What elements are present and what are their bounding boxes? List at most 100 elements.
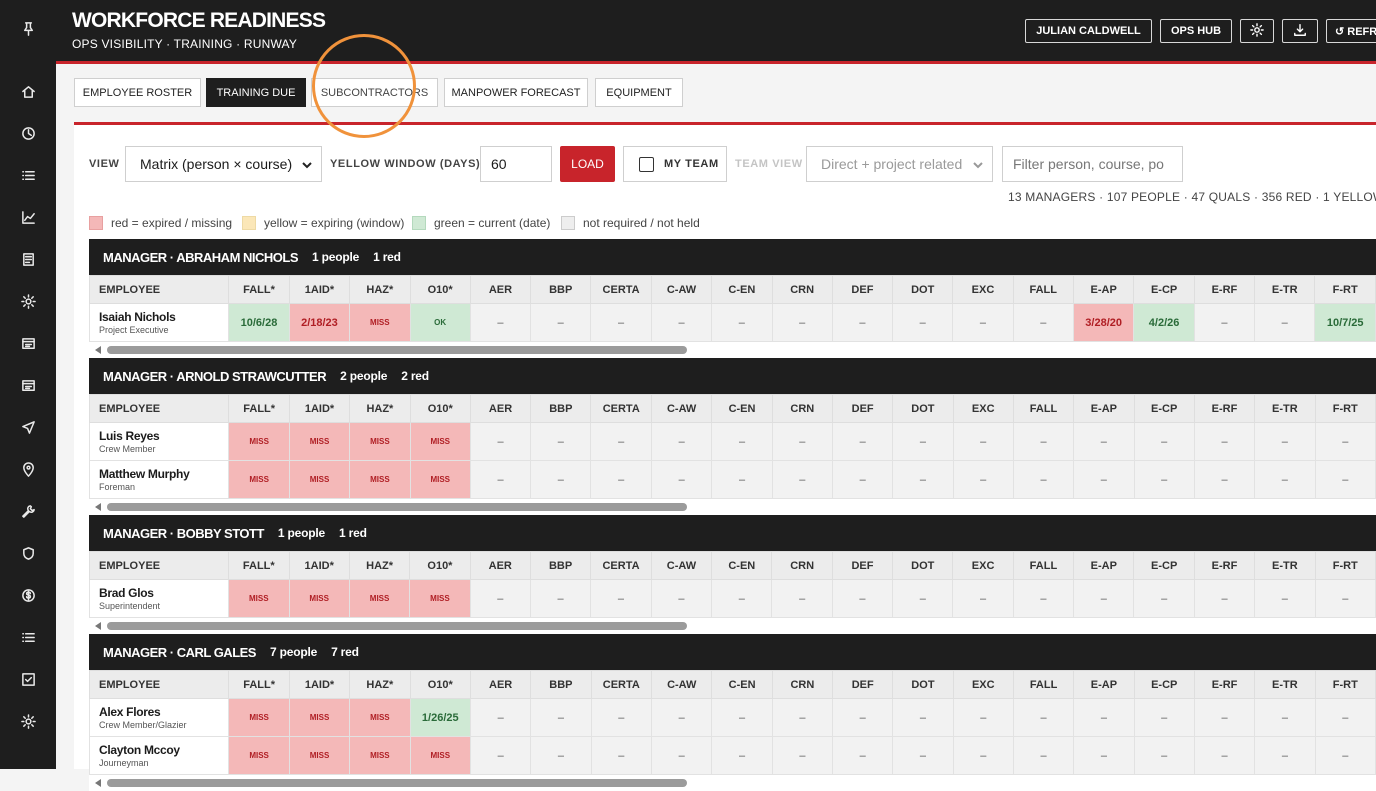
qual-status-cell[interactable]: OK: [409, 303, 471, 342]
qual-status-cell[interactable]: –: [711, 579, 773, 618]
table-row[interactable]: Alex Flores Crew Member/Glazier MISS MISS MI…: [88, 698, 1376, 737]
qual-status-cell[interactable]: –: [469, 579, 531, 618]
column-header-qual[interactable]: BBP: [530, 394, 592, 423]
qual-status-cell[interactable]: –: [530, 422, 592, 461]
column-header-qual[interactable]: FALL*: [228, 394, 290, 423]
table-row[interactable]: Isaiah Nichols Project Executive 10/6/28 2/…: [88, 303, 1376, 342]
qual-status-cell[interactable]: –: [1314, 422, 1376, 461]
qual-status-cell[interactable]: –: [1012, 698, 1075, 737]
scrollbar-thumb[interactable]: [107, 503, 687, 511]
qual-status-cell[interactable]: –: [1133, 422, 1195, 461]
location-icon[interactable]: [18, 459, 38, 479]
settings-button[interactable]: [1240, 19, 1274, 43]
column-header-qual[interactable]: AER: [469, 551, 531, 580]
download-button[interactable]: [1282, 19, 1318, 43]
tab-equipment[interactable]: EQUIPMENT: [595, 78, 683, 107]
cards-icon[interactable]: [18, 375, 38, 395]
scrollbar-thumb[interactable]: [107, 779, 687, 787]
column-header-qual[interactable]: HAZ*: [349, 394, 411, 423]
qual-status-cell[interactable]: –: [892, 698, 954, 737]
qual-status-cell[interactable]: –: [952, 422, 1014, 461]
my-team-toggle[interactable]: MY TEAM: [623, 146, 727, 182]
column-header-qual[interactable]: DOT: [892, 670, 954, 699]
column-header-qual[interactable]: E-CP: [1133, 275, 1195, 304]
column-header-qual[interactable]: 1AID*: [288, 275, 351, 304]
qual-status-cell[interactable]: MISS: [409, 422, 471, 461]
gear-icon[interactable]: [18, 711, 38, 731]
column-header-employee[interactable]: EMPLOYEE: [88, 670, 230, 699]
table-row[interactable]: Matthew Murphy Foreman MISS MISS MISS MISS – – –…: [88, 460, 1376, 499]
qual-status-cell[interactable]: MISS: [349, 698, 411, 737]
column-header-qual[interactable]: AER: [469, 275, 532, 304]
qual-status-cell[interactable]: –: [1314, 698, 1376, 737]
column-header-qual[interactable]: C-AW: [651, 670, 713, 699]
qual-status-cell[interactable]: –: [1314, 579, 1376, 618]
qual-status-cell[interactable]: –: [529, 579, 592, 618]
column-header-qual[interactable]: HAZ*: [348, 551, 411, 580]
qual-status-cell[interactable]: –: [771, 579, 833, 618]
column-header-qual[interactable]: FALL: [1012, 275, 1074, 304]
column-header-qual[interactable]: C-EN: [711, 551, 773, 580]
column-header-qual[interactable]: DEF: [831, 551, 894, 580]
team-view-select[interactable]: Direct + project related: [806, 146, 993, 182]
view-select[interactable]: Matrix (person × course): [125, 146, 322, 182]
column-header-qual[interactable]: E-AP: [1072, 275, 1135, 304]
qual-status-cell[interactable]: –: [650, 303, 713, 342]
qual-status-cell[interactable]: –: [590, 303, 652, 342]
home-icon[interactable]: [18, 81, 38, 101]
horizontal-scrollbar[interactable]: [89, 499, 1376, 515]
column-header-qual[interactable]: F-RT: [1314, 670, 1376, 699]
qual-status-cell[interactable]: 1/26/25: [409, 698, 472, 737]
qual-status-cell[interactable]: MISS: [228, 698, 290, 737]
cards-icon[interactable]: [18, 333, 38, 353]
horizontal-scrollbar[interactable]: [89, 618, 1376, 634]
qual-status-cell[interactable]: 3/28/20: [1072, 303, 1135, 342]
column-header-qual[interactable]: E-AP: [1073, 551, 1135, 580]
scroll-left-arrow-icon[interactable]: [95, 346, 101, 354]
qual-status-cell[interactable]: –: [892, 460, 954, 499]
qual-status-cell[interactable]: MISS: [288, 422, 351, 461]
scrollbar-thumb[interactable]: [107, 622, 687, 630]
qual-status-cell[interactable]: 2/18/23: [288, 303, 351, 342]
column-header-qual[interactable]: CERTA: [590, 670, 653, 699]
qual-status-cell[interactable]: –: [1254, 422, 1316, 461]
qual-status-cell[interactable]: –: [952, 303, 1014, 342]
column-header-qual[interactable]: 1AID*: [288, 394, 351, 423]
qual-status-cell[interactable]: –: [469, 460, 532, 499]
qual-status-cell[interactable]: –: [1133, 460, 1195, 499]
scroll-left-arrow-icon[interactable]: [95, 779, 101, 787]
qual-status-cell[interactable]: –: [952, 698, 1014, 737]
column-header-qual[interactable]: O10*: [409, 670, 472, 699]
shield-icon[interactable]: [18, 543, 38, 563]
clock-icon[interactable]: [18, 123, 38, 143]
qual-status-cell[interactable]: –: [1193, 698, 1256, 737]
column-header-qual[interactable]: E-TR: [1254, 670, 1316, 699]
qual-status-cell[interactable]: –: [1012, 422, 1075, 461]
qual-status-cell[interactable]: –: [831, 579, 894, 618]
qual-status-cell[interactable]: –: [530, 460, 592, 499]
qual-status-cell[interactable]: –: [469, 698, 532, 737]
column-header-qual[interactable]: EXC: [952, 670, 1014, 699]
column-header-qual[interactable]: C-AW: [650, 275, 713, 304]
qual-status-cell[interactable]: –: [1012, 303, 1074, 342]
qual-status-cell[interactable]: –: [711, 698, 773, 737]
scroll-left-arrow-icon[interactable]: [95, 503, 101, 511]
ops-hub-button[interactable]: OPS HUB: [1160, 19, 1232, 43]
column-header-qual[interactable]: CRN: [771, 670, 834, 699]
column-header-qual[interactable]: E-CP: [1133, 551, 1195, 580]
column-header-qual[interactable]: EXC: [952, 394, 1014, 423]
column-header-qual[interactable]: FALL*: [228, 551, 290, 580]
qual-status-cell[interactable]: –: [1133, 698, 1195, 737]
manager-header[interactable]: MANAGER · ARNOLD STRAWCUTTER 2 people 2 re…: [89, 358, 1376, 394]
tab-training-due[interactable]: TRAINING DUE: [206, 78, 306, 107]
column-header-qual[interactable]: FALL: [1012, 551, 1075, 580]
qual-status-cell[interactable]: MISS: [349, 460, 411, 499]
qual-status-cell[interactable]: –: [650, 579, 713, 618]
qual-status-cell[interactable]: –: [771, 422, 833, 461]
manager-header[interactable]: MANAGER · CARL GALES 7 people 7 red: [89, 634, 1376, 670]
column-header-qual[interactable]: FALL*: [228, 275, 290, 304]
qual-status-cell[interactable]: –: [771, 303, 833, 342]
qual-status-cell[interactable]: MISS: [349, 303, 411, 342]
column-header-qual[interactable]: C-EN: [711, 275, 773, 304]
column-header-employee[interactable]: EMPLOYEE: [88, 394, 230, 423]
